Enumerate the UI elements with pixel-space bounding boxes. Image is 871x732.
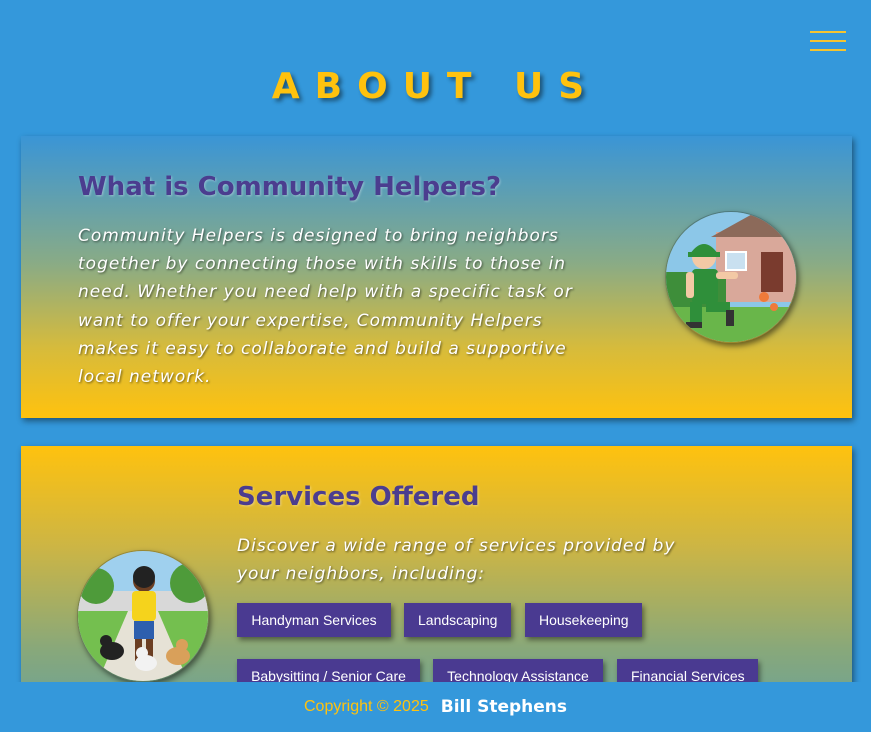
service-housekeeping-button[interactable]: Housekeeping <box>525 603 642 637</box>
hamburger-menu-icon[interactable] <box>810 31 846 52</box>
about-card: What is Community Helpers? Community Hel… <box>21 136 852 418</box>
copyright-text: Copyright © 2025 <box>303 698 429 715</box>
services-heading: Services Offered <box>237 482 480 512</box>
about-heading: What is Community Helpers? <box>78 172 502 202</box>
service-handyman-button[interactable]: Handyman Services <box>237 603 391 637</box>
author-name: Bill Stephens <box>440 697 568 717</box>
dog-walker-illustration <box>77 550 209 682</box>
about-description: Community Helpers is designed to bring n… <box>78 226 573 388</box>
services-intro: Discover a wide range of services provid… <box>237 536 676 585</box>
service-landscaping-button[interactable]: Landscaping <box>404 603 511 637</box>
page-title: ABOUT US <box>271 66 600 107</box>
gardener-illustration <box>665 211 797 343</box>
footer: Copyright © 2025 Bill Stephens <box>0 682 871 732</box>
